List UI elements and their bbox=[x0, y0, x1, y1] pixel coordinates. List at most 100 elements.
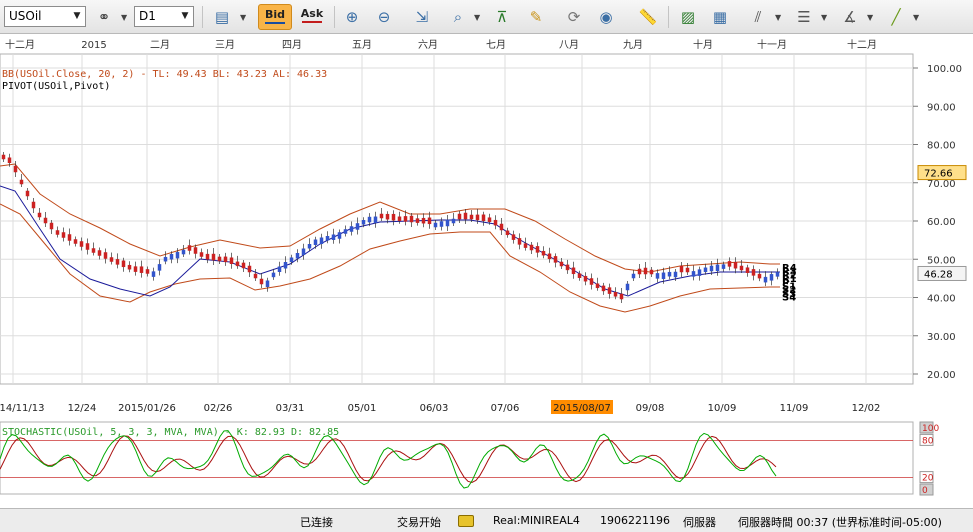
candle bbox=[697, 269, 702, 276]
separator bbox=[202, 6, 203, 28]
candle bbox=[745, 267, 750, 273]
draw-lines-icon[interactable]: ⫽ bbox=[744, 5, 772, 29]
candle bbox=[703, 267, 708, 273]
candle bbox=[91, 248, 96, 253]
candle bbox=[193, 247, 198, 254]
month-label: 八月 bbox=[559, 39, 579, 51]
candle bbox=[469, 214, 474, 220]
refresh-icon[interactable]: ⟳ bbox=[560, 5, 588, 29]
candle bbox=[721, 264, 726, 269]
list-icon[interactable]: ☰ bbox=[790, 5, 818, 29]
candle bbox=[505, 230, 510, 236]
zoom-select-icon[interactable]: ⌕ bbox=[444, 5, 472, 29]
candle bbox=[205, 253, 210, 260]
chevron-down-icon[interactable]: ▼ bbox=[121, 13, 127, 22]
indicator-icon[interactable]: ▦ bbox=[706, 5, 734, 29]
symbol-select[interactable]: USOil ▼ bbox=[4, 6, 86, 27]
candle bbox=[253, 273, 258, 279]
candle bbox=[415, 218, 420, 223]
server-label: 伺服器 bbox=[683, 516, 716, 529]
candle bbox=[673, 271, 678, 278]
chevron-down-icon[interactable]: ▼ bbox=[177, 7, 193, 26]
candle bbox=[571, 267, 576, 275]
candle bbox=[283, 262, 288, 269]
globe-icon[interactable]: ◉ bbox=[592, 5, 620, 29]
symbol-value: USOil bbox=[9, 9, 42, 23]
candle bbox=[37, 212, 42, 218]
month-label: 2015 bbox=[81, 40, 106, 51]
ruler-icon[interactable]: 📏 bbox=[634, 5, 662, 29]
candle bbox=[661, 272, 666, 280]
month-label: 十月 bbox=[693, 38, 713, 51]
candle bbox=[655, 273, 660, 279]
price-tick-label: 100.00 bbox=[927, 64, 962, 75]
price-tick-label: 90.00 bbox=[927, 102, 956, 113]
fan-icon[interactable]: ∡ bbox=[836, 5, 864, 29]
candle bbox=[397, 216, 402, 222]
pen-icon[interactable]: ╱ bbox=[882, 5, 910, 29]
link-icon[interactable]: ⚭ bbox=[90, 5, 118, 29]
chevron-down-icon[interactable]: ▼ bbox=[474, 13, 480, 22]
candle bbox=[421, 217, 426, 224]
zoom-in-icon[interactable]: ⊕ bbox=[338, 5, 366, 29]
chevron-down-icon[interactable]: ▼ bbox=[775, 13, 781, 22]
ask-label: Ask bbox=[300, 7, 324, 20]
date-label: 10/09 bbox=[708, 403, 737, 414]
candle bbox=[217, 256, 222, 262]
chart-area[interactable]: 十二月 2015 二月 三月 四月 五月 六月 七月 八月 九月 十月 十一月 十二月 R4R3R2R1… bbox=[0, 34, 973, 508]
candle bbox=[499, 223, 504, 231]
zoom-out-icon[interactable]: ⊖ bbox=[370, 5, 398, 29]
month-label: 六月 bbox=[418, 39, 438, 51]
chevron-down-icon[interactable]: ▼ bbox=[69, 7, 85, 26]
candle bbox=[679, 265, 684, 273]
candle bbox=[13, 165, 18, 173]
month-label: 十二月 bbox=[5, 38, 35, 51]
candle bbox=[427, 217, 432, 225]
date-label: 02/26 bbox=[204, 403, 233, 414]
bid-button[interactable]: Bid bbox=[258, 4, 292, 30]
month-label: 三月 bbox=[215, 39, 235, 51]
chart-type-icon[interactable]: ▤ bbox=[208, 5, 236, 29]
candle bbox=[433, 222, 438, 228]
candle bbox=[565, 264, 570, 271]
cursor-icon[interactable]: ⇲ bbox=[408, 5, 436, 29]
price-mark: 46.28 bbox=[917, 265, 967, 281]
chevron-down-icon[interactable]: ▼ bbox=[913, 13, 919, 22]
candle bbox=[445, 219, 450, 227]
stochastic-tick-label: 100 bbox=[922, 424, 939, 434]
chevron-down-icon[interactable]: ▼ bbox=[867, 13, 873, 22]
candle bbox=[535, 246, 540, 253]
candle bbox=[181, 249, 186, 255]
ask-button[interactable]: Ask bbox=[295, 4, 329, 30]
chevron-down-icon[interactable]: ▼ bbox=[821, 13, 827, 22]
account-id: 1906221196 bbox=[600, 514, 670, 527]
candle bbox=[643, 267, 648, 275]
candle bbox=[595, 283, 600, 289]
candle bbox=[739, 265, 744, 271]
picture-icon[interactable]: ▨ bbox=[674, 5, 702, 29]
price-panel[interactable] bbox=[0, 53, 914, 385]
timeframe-select[interactable]: D1 ▼ bbox=[134, 6, 194, 27]
candle bbox=[223, 256, 228, 263]
candle bbox=[607, 287, 612, 294]
template-icon[interactable]: ✎ bbox=[522, 5, 550, 29]
separator bbox=[334, 6, 335, 28]
candle bbox=[649, 269, 654, 275]
candle bbox=[451, 218, 456, 224]
chevron-down-icon[interactable]: ▼ bbox=[240, 13, 246, 22]
fit-icon[interactable]: ⊼ bbox=[488, 5, 516, 29]
candle bbox=[373, 216, 378, 224]
candle bbox=[613, 292, 618, 297]
candle bbox=[547, 253, 552, 260]
candle bbox=[691, 271, 696, 277]
candle bbox=[481, 214, 486, 222]
candle bbox=[619, 293, 624, 300]
candle bbox=[391, 213, 396, 221]
candle bbox=[751, 269, 756, 276]
candle bbox=[355, 223, 360, 230]
candle bbox=[31, 201, 36, 209]
candle bbox=[199, 252, 204, 257]
candle bbox=[247, 265, 252, 273]
candle bbox=[343, 229, 348, 234]
candle bbox=[175, 251, 180, 259]
